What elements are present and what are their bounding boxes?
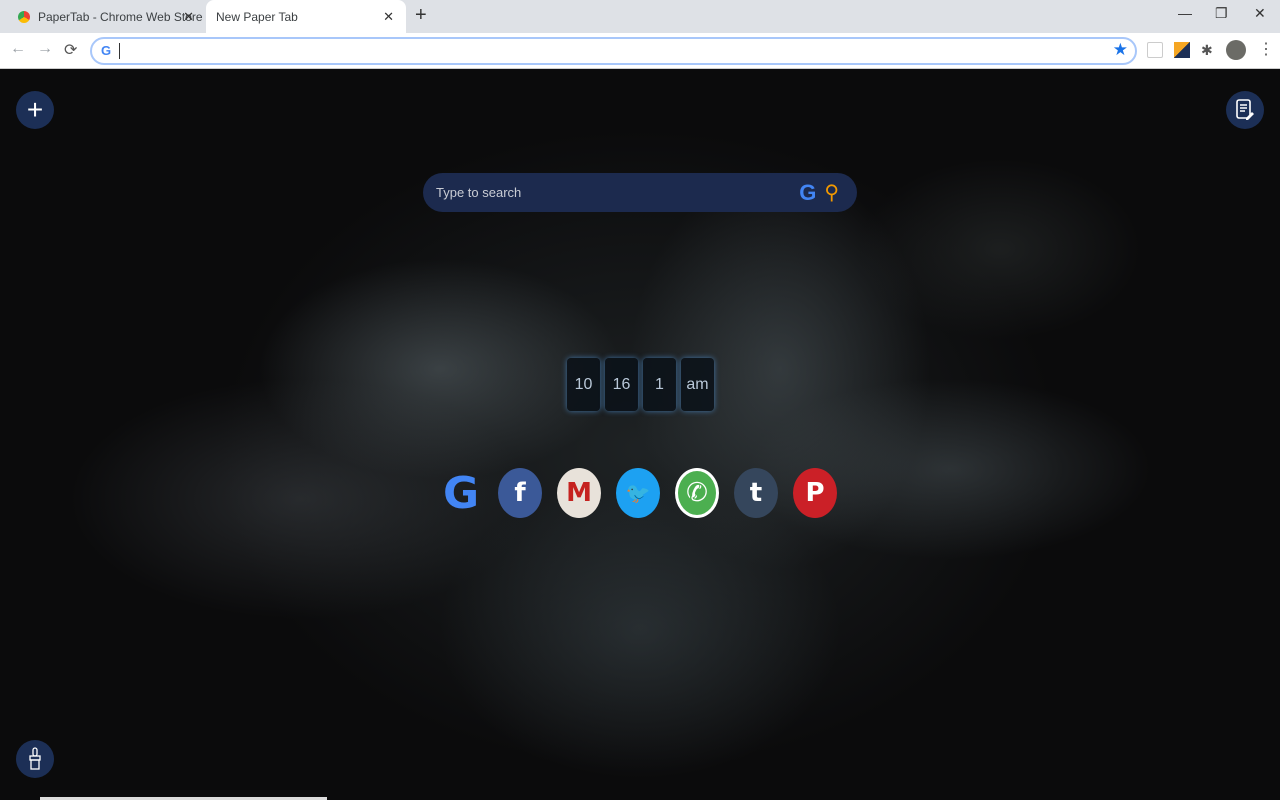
google-shortcut-icon[interactable]: G <box>439 468 483 519</box>
back-button[interactable]: ← <box>10 40 26 58</box>
tab-strip: PaperTab - Chrome Web Store ✕ New Paper … <box>0 0 1280 33</box>
add-shortcut-button[interactable]: + <box>16 91 54 129</box>
text-caret <box>119 43 120 59</box>
clock-period: am <box>681 358 714 411</box>
clock: 10 16 1 am <box>567 358 714 411</box>
minimize-button[interactable]: — <box>1178 5 1192 21</box>
gmail-shortcut-icon[interactable]: M <box>557 468 601 518</box>
address-bar[interactable]: G ★ <box>90 37 1137 65</box>
tumblr-shortcut-icon[interactable]: t <box>734 468 778 518</box>
clock-minute: 16 <box>605 358 638 411</box>
plus-icon: + <box>26 94 44 125</box>
bookmark-star-icon[interactable]: ★ <box>1113 40 1128 60</box>
new-tab-page: + Type to search G ⚲ 10 16 1 am G f M 🐦 … <box>0 69 1280 800</box>
tab-title: PaperTab - Chrome Web Store <box>38 9 203 24</box>
tab-papertab-store[interactable]: PaperTab - Chrome Web Store ✕ <box>8 0 206 33</box>
forward-button[interactable]: → <box>37 40 53 58</box>
reload-button[interactable]: ⟳ <box>64 40 77 60</box>
restore-button[interactable]: ❐ <box>1215 5 1228 22</box>
search-icon[interactable]: ⚲ <box>824 180 839 205</box>
browser-toolbar: ← → ⟳ G ★ ✱ ⋮ <box>0 33 1280 69</box>
tab-new-paper-tab[interactable]: New Paper Tab ✕ <box>206 0 406 33</box>
profile-avatar[interactable] <box>1226 40 1246 60</box>
close-tab-icon[interactable]: ✕ <box>383 9 394 25</box>
whatsapp-shortcut-icon[interactable]: ✆ <box>675 468 719 518</box>
twitter-shortcut-icon[interactable]: 🐦 <box>616 468 660 518</box>
facebook-shortcut-icon[interactable]: f <box>498 468 542 518</box>
clock-hour: 10 <box>567 358 600 411</box>
theme-brush-button[interactable] <box>16 740 54 778</box>
close-tab-icon[interactable]: ✕ <box>183 9 194 25</box>
google-g-icon[interactable]: G <box>799 180 816 206</box>
new-tab-button[interactable]: + <box>415 4 427 27</box>
close-window-button[interactable]: ✕ <box>1254 5 1266 22</box>
google-g-icon: G <box>101 43 112 58</box>
menu-dots-icon[interactable]: ⋮ <box>1258 39 1274 58</box>
notepad-pen-icon <box>1236 99 1254 120</box>
notes-button[interactable] <box>1226 91 1264 129</box>
extension-box-icon[interactable] <box>1147 42 1163 58</box>
tab-title: New Paper Tab <box>216 9 298 24</box>
clock-second: 1 <box>643 358 676 411</box>
paint-brush-icon <box>29 747 41 770</box>
pinterest-shortcut-icon[interactable]: P <box>793 468 837 518</box>
shortcut-list: G f M 🐦 ✆ t P <box>439 468 837 519</box>
chrome-web-store-icon <box>18 10 30 23</box>
papertab-extension-icon[interactable] <box>1174 42 1190 58</box>
puzzle-icon[interactable]: ✱ <box>1201 42 1217 58</box>
search-bar[interactable]: Type to search G ⚲ <box>423 173 857 212</box>
search-input[interactable]: Type to search <box>436 185 799 200</box>
